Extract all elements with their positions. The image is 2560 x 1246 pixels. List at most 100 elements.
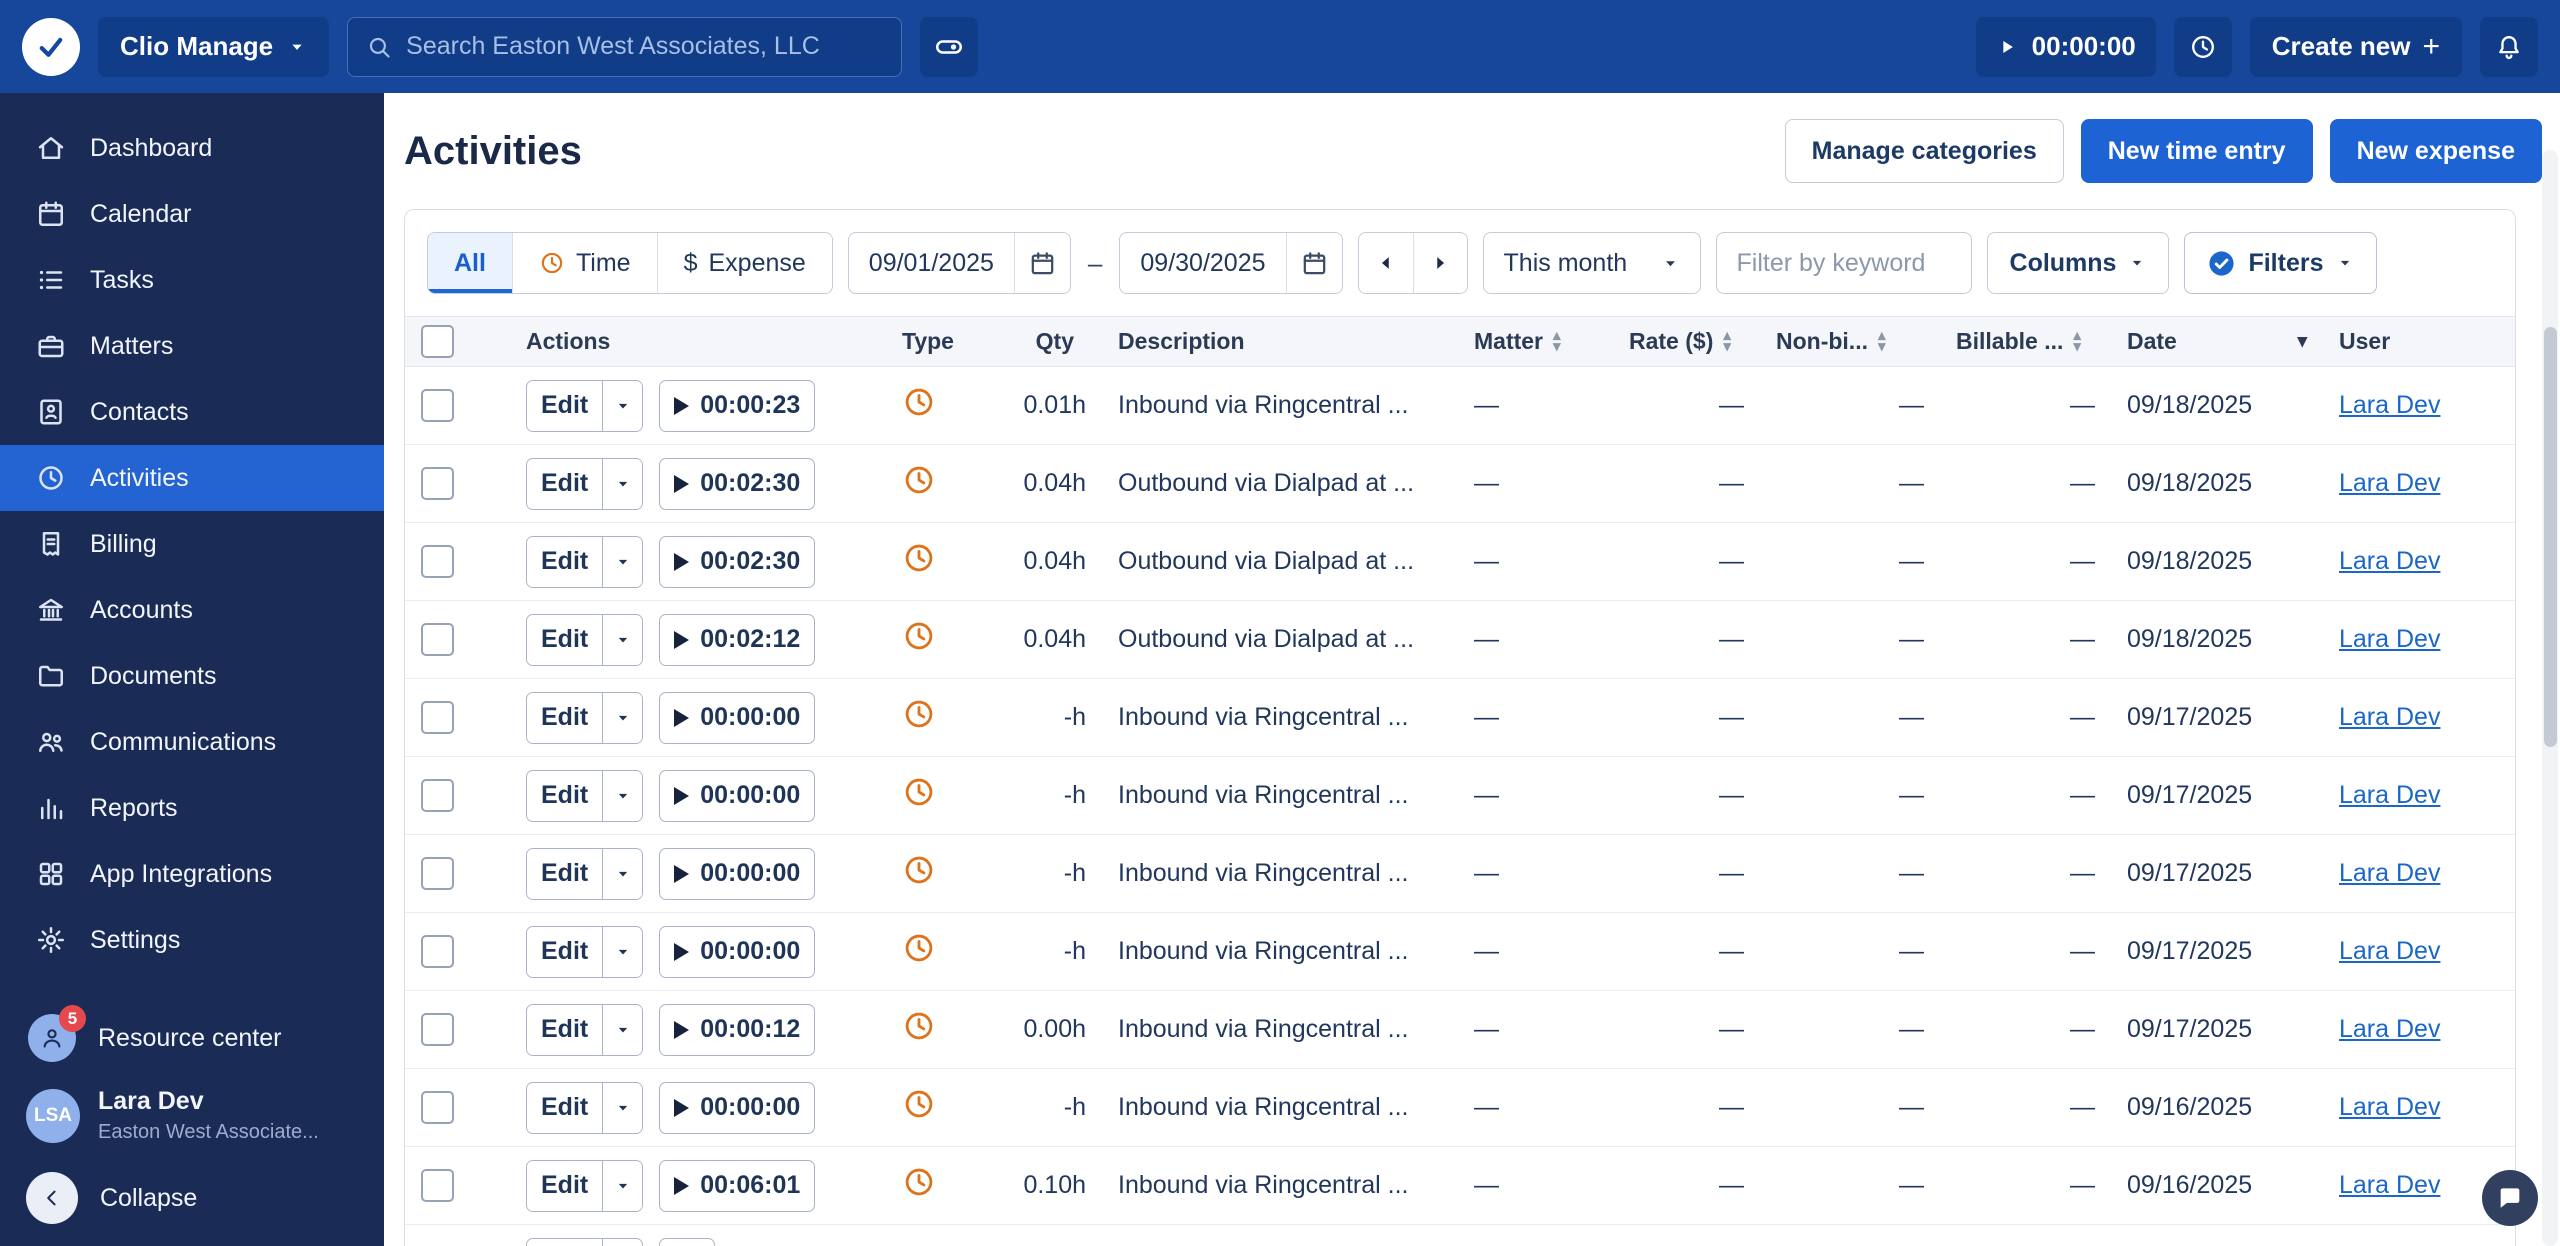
sidebar-item-reports[interactable]: Reports [0, 775, 384, 841]
edit-dropdown-button[interactable] [602, 380, 643, 431]
user-link[interactable]: Lara Dev [2339, 1171, 2440, 1199]
user-link[interactable]: Lara Dev [2339, 547, 2440, 575]
new-expense-button[interactable]: New expense [2329, 119, 2542, 183]
edit-button[interactable]: Edit [527, 536, 603, 587]
sidebar-item-documents[interactable]: Documents [0, 643, 384, 709]
date-from-calendar-button[interactable] [1013, 233, 1070, 293]
user-menu[interactable]: LSA Lara Dev Easton West Associate... [0, 1075, 384, 1156]
scrollbar-thumb[interactable] [2543, 327, 2557, 747]
row-checkbox[interactable] [421, 1013, 454, 1046]
search-scope-toggle-button[interactable] [920, 16, 979, 77]
columns-button[interactable]: Columns [1986, 232, 2170, 294]
sidebar-item-billing[interactable]: Billing [0, 511, 384, 577]
row-timer-button[interactable]: 00:00:00 [659, 925, 816, 978]
row-timer-button[interactable]: 00:00:23 [659, 379, 816, 432]
edit-button[interactable]: Edit [527, 380, 603, 431]
date-range-select[interactable]: This month [1482, 232, 1701, 294]
edit-button[interactable]: Edit [527, 692, 603, 743]
sidebar-item-accounts[interactable]: Accounts [0, 577, 384, 643]
edit-button[interactable]: Edit [527, 1082, 603, 1133]
edit-button[interactable]: Edit [527, 1238, 603, 1246]
user-link[interactable]: Lara Dev [2339, 781, 2440, 809]
edit-dropdown-button[interactable] [602, 1160, 643, 1211]
row-checkbox[interactable] [421, 857, 454, 890]
app-switcher-button[interactable]: Clio Manage [98, 16, 330, 77]
edit-dropdown-button[interactable] [602, 1082, 643, 1133]
edit-button[interactable]: Edit [527, 770, 603, 821]
chat-fab-button[interactable] [2482, 1170, 2538, 1226]
sidebar-item-contacts[interactable]: Contacts [0, 379, 384, 445]
edit-dropdown-button[interactable] [602, 614, 643, 665]
sidebar-item-calendar[interactable]: Calendar [0, 181, 384, 247]
row-timer-button[interactable]: 00:00:00 [659, 691, 816, 744]
create-new-button[interactable]: Create new + [2249, 16, 2462, 77]
row-checkbox[interactable] [421, 389, 454, 422]
tab-time[interactable]: Time [511, 233, 657, 293]
row-timer-button[interactable]: 00:00:00 [659, 769, 816, 822]
edit-dropdown-button[interactable] [602, 458, 643, 509]
sidebar-item-tasks[interactable]: Tasks [0, 247, 384, 313]
sidebar-item-activities[interactable]: Activities [0, 445, 384, 511]
row-timer-button[interactable]: 00:02:30 [659, 457, 816, 510]
sidebar-item-communications[interactable]: Communications [0, 709, 384, 775]
edit-dropdown-button[interactable] [602, 926, 643, 977]
tab-expense[interactable]: $ Expense [656, 233, 832, 293]
sidebar-item-app-integrations[interactable]: App Integrations [0, 841, 384, 907]
resource-center-button[interactable]: 5 Resource center [0, 1001, 384, 1075]
row-checkbox[interactable] [421, 623, 454, 656]
timers-list-button[interactable] [2173, 16, 2232, 77]
col-header-matter[interactable]: Matter ▴ ▾ [1458, 316, 1613, 367]
row-timer-button[interactable]: 00:06:01 [659, 1159, 816, 1212]
date-to-calendar-button[interactable] [1285, 233, 1342, 293]
col-header-non-bi[interactable]: Non-bi... ▴ ▾ [1760, 316, 1940, 367]
row-checkbox[interactable] [421, 935, 454, 968]
next-period-button[interactable] [1412, 233, 1467, 293]
edit-button[interactable]: Edit [527, 614, 603, 665]
global-search-input[interactable] [406, 32, 884, 61]
row-timer-button[interactable]: 00:02:12 [659, 613, 816, 666]
previous-period-button[interactable] [1358, 233, 1413, 293]
edit-button[interactable]: Edit [527, 458, 603, 509]
date-to-value[interactable]: 09/30/2025 [1120, 249, 1285, 278]
edit-dropdown-button[interactable] [602, 692, 643, 743]
user-link[interactable]: Lara Dev [2339, 1015, 2440, 1043]
edit-button[interactable]: Edit [527, 926, 603, 977]
row-timer-button[interactable]: 00:00:12 [659, 1003, 816, 1056]
row-checkbox[interactable] [421, 1169, 454, 1202]
edit-dropdown-button[interactable] [602, 848, 643, 899]
global-timer-button[interactable]: 00:00:00 [1975, 16, 2156, 77]
row-checkbox[interactable] [421, 545, 454, 578]
sidebar-item-dashboard[interactable]: Dashboard [0, 115, 384, 181]
user-link[interactable]: Lara Dev [2339, 469, 2440, 497]
col-header-rate[interactable]: Rate ($) ▴ ▾ [1613, 316, 1760, 367]
edit-dropdown-button[interactable] [602, 536, 643, 587]
user-link[interactable]: Lara Dev [2339, 625, 2440, 653]
user-link[interactable]: Lara Dev [2339, 1093, 2440, 1121]
date-from-value[interactable]: 09/01/2025 [849, 249, 1014, 278]
row-timer-button[interactable] [659, 1237, 716, 1246]
vertical-scrollbar[interactable] [2542, 150, 2558, 1246]
row-timer-button[interactable]: 00:02:30 [659, 535, 816, 588]
user-link[interactable]: Lara Dev [2339, 937, 2440, 965]
clio-logo[interactable] [22, 17, 80, 76]
tab-all[interactable]: All [428, 233, 512, 293]
keyword-filter-input[interactable] [1715, 232, 1972, 294]
edit-button[interactable]: Edit [527, 1004, 603, 1055]
user-link[interactable]: Lara Dev [2339, 703, 2440, 731]
sidebar-collapse-button[interactable]: Collapse [0, 1156, 384, 1230]
manage-categories-button[interactable]: Manage categories [1784, 119, 2064, 183]
edit-dropdown-button[interactable] [602, 770, 643, 821]
row-checkbox[interactable] [421, 779, 454, 812]
row-timer-button[interactable]: 00:00:00 [659, 847, 816, 900]
notifications-button[interactable] [2480, 16, 2538, 77]
filters-button[interactable]: Filters [2184, 232, 2377, 294]
row-checkbox[interactable] [421, 1091, 454, 1124]
user-link[interactable]: Lara Dev [2339, 859, 2440, 887]
global-search[interactable] [347, 16, 903, 77]
row-checkbox[interactable] [421, 467, 454, 500]
user-link[interactable]: Lara Dev [2339, 391, 2440, 419]
sidebar-item-settings[interactable]: Settings [0, 907, 384, 973]
select-all-checkbox[interactable] [421, 325, 454, 358]
edit-button[interactable]: Edit [527, 848, 603, 899]
edit-dropdown-button[interactable] [602, 1238, 643, 1246]
